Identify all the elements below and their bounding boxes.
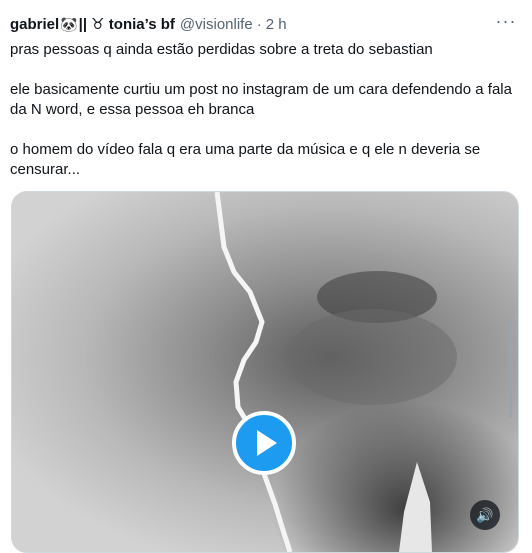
tweet-paragraph: o homem do vídeo fala q era uma parte da… [10,141,481,178]
separator-dot: · [256,15,262,33]
video-frame [214,192,457,552]
author-name[interactable]: gabriel🐼|| ♉ tonia’s bf [10,15,175,33]
author-handle[interactable]: @visionlife [180,16,253,33]
play-icon [257,430,277,456]
panda-emoji-icon: 🐼 [60,16,78,32]
more-options-icon[interactable]: ··· [494,12,518,36]
author-name-suffix: || ♉ tonia’s bf [78,16,175,33]
tweet-paragraph: ele basicamente curtiu um post no instag… [10,81,512,118]
timestamp[interactable]: 2 h [266,16,287,33]
tweet-paragraph: pras pessoas q ainda estão perdidas sobr… [10,41,433,58]
volume-icon: 🔊 [476,506,494,523]
tweet-header: gabriel🐼|| ♉ tonia’s bf @visionlife · 2 … [10,14,520,34]
tweet[interactable]: gabriel🐼|| ♉ tonia’s bf @visionlife · 2 … [0,0,532,553]
video-player[interactable]: 🔊 [11,191,519,553]
volume-button[interactable]: 🔊 [470,500,500,530]
author-name-text: gabriel [10,16,60,33]
tweet-text: pras pessoas q ainda estão perdidas sobr… [10,40,515,200]
play-button[interactable] [232,411,296,475]
scrollbar[interactable] [509,318,512,418]
